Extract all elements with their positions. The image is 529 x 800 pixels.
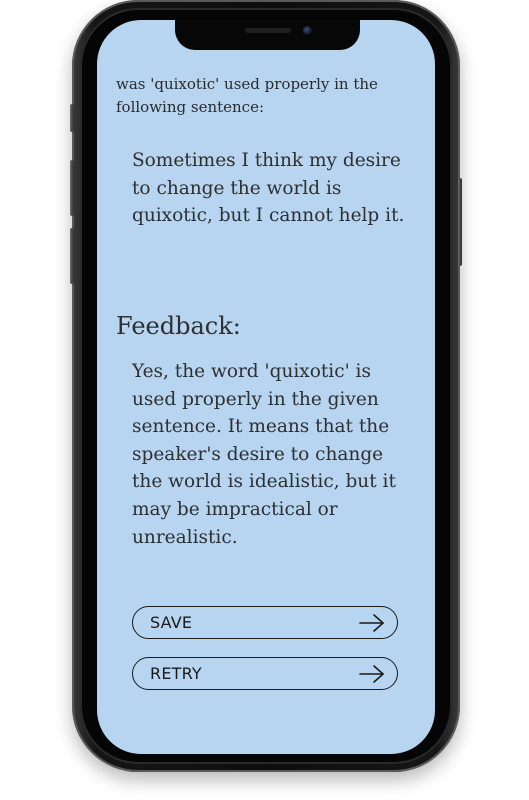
feedback-text: Yes, the word 'quixotic' is used properl…	[132, 361, 396, 548]
feedback-heading: Feedback:	[116, 312, 241, 340]
power-button	[458, 178, 462, 266]
volume-down-button	[70, 228, 74, 284]
retry-button-label: RETRY	[150, 664, 202, 683]
notch	[175, 20, 360, 50]
save-button-label: SAVE	[150, 613, 193, 632]
earpiece-speaker	[245, 28, 291, 33]
arrow-right-icon	[359, 664, 384, 683]
save-button[interactable]: SAVE	[132, 606, 398, 639]
front-camera	[303, 26, 312, 35]
question-text: was 'quixotic' used properly in the foll…	[116, 75, 378, 116]
example-sentence: Sometimes I think my desire to change th…	[132, 150, 405, 226]
retry-button[interactable]: RETRY	[132, 657, 398, 690]
silent-switch	[70, 104, 74, 132]
volume-up-button	[70, 160, 74, 216]
arrow-right-icon	[359, 613, 384, 632]
